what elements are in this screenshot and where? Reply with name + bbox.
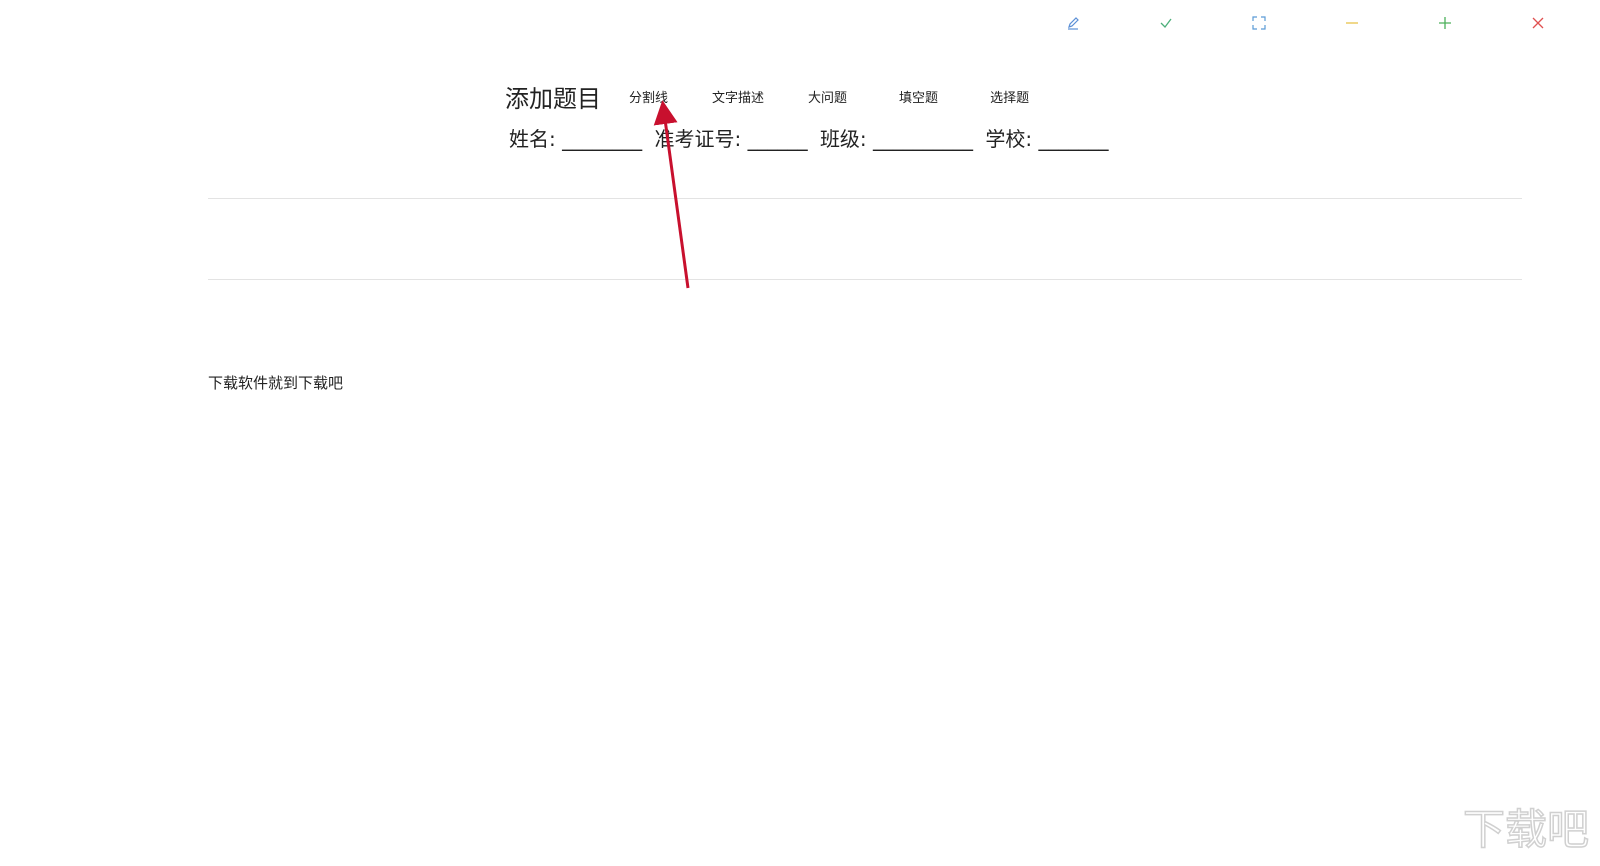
text-description-block[interactable]: 下载软件就到下载吧 [208,372,343,393]
watermark-text: 下载吧 [1463,805,1589,854]
divider-line-button[interactable]: 分割线 [629,83,668,110]
confirm-button[interactable] [1153,10,1179,36]
divider-line-top [208,198,1522,199]
question-toolbar: 添加题目 分割线 文字描述 大问题 填空题 选择题 [505,78,1029,114]
plus-icon [1439,17,1451,29]
close-icon [1532,17,1544,29]
divider-line-bottom [208,279,1522,280]
pen-icon [1068,17,1079,30]
minus-icon [1346,22,1358,24]
fullscreen-icon [1252,16,1266,30]
multiple-choice-button[interactable]: 选择题 [990,83,1029,110]
maximize-button[interactable] [1432,10,1458,36]
minimize-button[interactable] [1339,10,1365,36]
watermark-logo: 下载吧 [1462,804,1590,855]
school-field: 学校: _______ [985,127,1109,151]
fill-blank-button[interactable]: 填空题 [899,83,938,110]
fullscreen-button[interactable] [1246,10,1272,36]
close-button[interactable] [1525,10,1551,36]
class-field: 班级: __________ [819,127,974,151]
exam-id-field: 准考证号: ______ [654,127,808,151]
big-question-button[interactable]: 大问题 [808,83,847,110]
name-field: 姓名: ________ [509,127,643,151]
check-icon [1160,18,1172,28]
edit-button[interactable] [1060,10,1086,36]
text-description-button[interactable]: 文字描述 [712,83,764,110]
add-question-title: 添加题目 [505,84,601,113]
window-controls [1060,10,1580,36]
exam-editor-page: 添加题目 分割线 文字描述 大问题 填空题 选择题 姓名: ________ 准… [0,0,1600,866]
exam-header-info[interactable]: 姓名: ________ 准考证号: ______ 班级: __________… [509,123,1115,152]
